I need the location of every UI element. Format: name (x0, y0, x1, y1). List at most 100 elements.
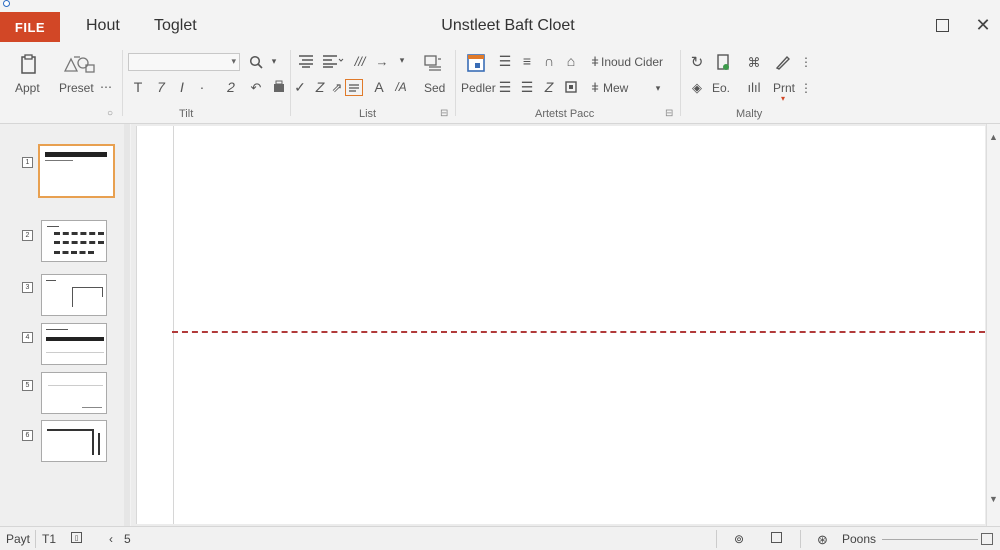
highlight-button[interactable]: ⇗ (330, 79, 344, 95)
ribbon-separator (680, 50, 681, 116)
group-launcher-icon[interactable]: ○ (107, 108, 113, 119)
highlight-icon: ⇗ (331, 79, 343, 95)
dash-line (54, 232, 104, 235)
undo-format-button[interactable]: ↶ (247, 79, 265, 95)
slide-thumbnail-2[interactable] (41, 220, 107, 262)
t1-label: T1 (42, 532, 57, 546)
slide-thumbnail-4[interactable] (41, 323, 107, 365)
group-launcher-icon[interactable]: ⊟ (440, 108, 448, 119)
notes-icon: ▯ (71, 532, 82, 543)
slide-thumbnail-3[interactable] (41, 274, 107, 316)
align-distribute-button[interactable]: ≡ (519, 53, 535, 69)
connector-line (72, 287, 73, 307)
status-separator (35, 530, 36, 548)
scroll-down-icon[interactable]: ▼ (989, 494, 998, 504)
calendar-icon (467, 54, 485, 72)
indent-right-button[interactable]: → (374, 52, 390, 70)
preset-shapes-icon (63, 56, 95, 73)
insert-cider-button[interactable]: Inoud Cider (601, 55, 663, 69)
pedler-button[interactable] (465, 52, 487, 74)
align-justify-button[interactable]: ☰ (497, 53, 513, 69)
prnt-dropdown[interactable]: ▾ (781, 94, 785, 103)
align-center-button[interactable]: ☰ (519, 79, 535, 95)
chart-bars-button[interactable]: ılıl (745, 79, 763, 95)
title-bar: FILE Hout Toglet Unstleet Baft Cloet ✕ (0, 0, 1000, 46)
copy-icon (565, 81, 577, 93)
group-label-artest-pacc: Artetst Pacc (535, 108, 595, 120)
chevron-down-icon: ▾ (231, 56, 236, 66)
merge-button[interactable]: ⌘ (745, 53, 763, 71)
text-effects-button[interactable]: /A (392, 79, 410, 95)
arch-shape-button[interactable]: ∩ (541, 53, 557, 69)
scroll-up-icon[interactable]: ▲ (989, 132, 998, 142)
text-style-7[interactable]: 7 (154, 79, 168, 95)
paint-bucket-button[interactable] (270, 79, 288, 95)
pen-button[interactable] (773, 52, 793, 72)
preset-dropdown[interactable]: ⋯ (98, 81, 114, 93)
fill-button[interactable]: ◈ (688, 79, 706, 95)
chevron-down-icon: ▾ (399, 54, 405, 65)
slide-number: 4 (22, 332, 33, 343)
text-style-i[interactable]: I (175, 79, 189, 95)
slide-number: 2 (22, 230, 33, 241)
text-box-button[interactable] (345, 79, 363, 96)
slide-thumbnail-1[interactable] (38, 144, 115, 198)
merge-icon: ⌘ (747, 54, 761, 70)
notes-button[interactable]: ▯ (71, 532, 82, 543)
more-options-icon[interactable]: ⋮ (800, 80, 812, 96)
apply-label: Appt (15, 81, 40, 95)
slide-canvas[interactable] (136, 126, 985, 524)
vertical-scrollbar[interactable]: ▲ ▼ (986, 124, 1000, 526)
fit-to-window-icon[interactable] (981, 533, 993, 545)
line-spacing-button[interactable]: /// (350, 52, 370, 70)
eo-button[interactable]: Eo. (712, 81, 730, 95)
maximize-button[interactable] (931, 14, 953, 36)
view-button[interactable] (771, 532, 782, 543)
document-button[interactable] (714, 52, 732, 72)
copy-shape-button[interactable] (563, 79, 579, 95)
z-shape-button[interactable]: Z (541, 79, 557, 95)
search-icon (249, 55, 263, 69)
sed-button[interactable] (422, 52, 444, 74)
thumbnail-scrollbar[interactable] (124, 124, 130, 526)
check-button[interactable]: ✓ (294, 79, 306, 95)
horizontal-guide[interactable] (172, 331, 985, 333)
numbered-list-button[interactable] (320, 52, 346, 70)
record-button[interactable]: ⊚ (734, 532, 744, 546)
more-options-icon[interactable]: ⋮ (800, 54, 812, 70)
title-bar-shape (46, 337, 104, 341)
search-button[interactable] (247, 53, 265, 71)
globe-button[interactable]: ⊛ (817, 532, 828, 548)
text-line (46, 280, 56, 281)
zoom-slider[interactable] (882, 539, 978, 540)
preset-button[interactable] (62, 52, 96, 76)
font-combo[interactable]: ▾ (128, 53, 240, 71)
dash-line (54, 251, 94, 254)
home-shape-button[interactable]: ⌂ (563, 53, 579, 69)
slide-thumbnail-5[interactable] (41, 372, 107, 414)
text-style-2[interactable]: 2 (224, 79, 238, 95)
slide-thumbnail-6[interactable] (41, 420, 107, 462)
mew-dropdown[interactable]: ▾ (652, 82, 664, 94)
rotate-button[interactable]: ↻ (688, 53, 706, 71)
prnt-button[interactable]: Prnt (773, 81, 795, 95)
group-launcher-icon[interactable]: ⊟ (665, 108, 673, 119)
group-label-malty: Malty (736, 108, 763, 120)
text-style-t[interactable]: T (131, 79, 145, 95)
bullet-list-button[interactable] (296, 52, 316, 70)
previous-icon[interactable]: ‹ (109, 532, 113, 546)
globe-icon: ⊛ (817, 532, 828, 547)
close-button[interactable]: ✕ (972, 14, 994, 36)
ribbon-separator (122, 50, 123, 116)
align-left-button[interactable]: ☰ (497, 79, 513, 95)
home-icon: ⌂ (566, 53, 576, 69)
font-color-button[interactable]: A (372, 79, 386, 95)
list-dropdown[interactable]: ▾ (396, 54, 408, 66)
apply-button[interactable] (17, 52, 41, 76)
text-style-dot[interactable]: · (195, 79, 209, 95)
record-icon: ⊚ (734, 532, 745, 546)
connector-line (98, 433, 100, 455)
z-button[interactable]: Z (314, 79, 326, 95)
search-dropdown[interactable]: ▾ (268, 55, 280, 67)
mew-button[interactable]: Mew (603, 81, 628, 95)
